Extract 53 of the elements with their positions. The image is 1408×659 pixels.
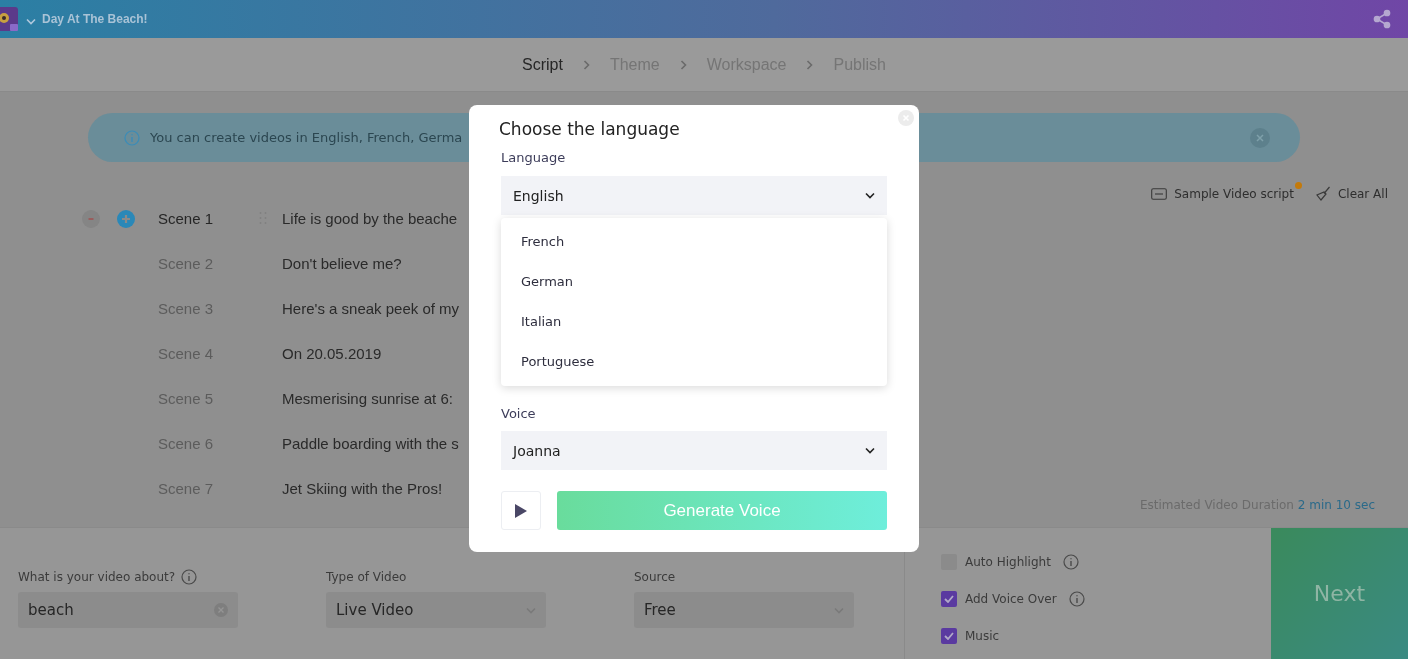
- chevron-right-icon: [679, 59, 687, 70]
- topic-field[interactable]: beach: [18, 592, 238, 628]
- checkbox[interactable]: [941, 591, 957, 607]
- checkbox[interactable]: [941, 628, 957, 644]
- check-icon: [944, 595, 954, 603]
- scene-text[interactable]: Jet Skiing with the Pros!: [282, 480, 443, 497]
- info-icon: [124, 129, 140, 146]
- dropdown-option[interactable]: Italian: [501, 301, 562, 341]
- logo-icon[interactable]: [0, 4, 20, 34]
- check-icon: [944, 632, 954, 640]
- info-icon[interactable]: [181, 569, 198, 585]
- dropdown-option[interactable]: French: [501, 221, 565, 261]
- scene-text[interactable]: Mesmerising sunrise at 6:: [282, 390, 453, 407]
- field-label: What is your video about?: [18, 570, 176, 584]
- script-icon: [1151, 187, 1168, 200]
- voice-select[interactable]: Joanna: [501, 431, 887, 470]
- scene-label[interactable]: Scene 1: [158, 210, 259, 227]
- field-label: Source: [634, 570, 676, 584]
- caret-icon: [26, 17, 36, 25]
- remove-icon[interactable]: [82, 210, 100, 228]
- toolbar-button[interactable]: Clear All: [1315, 182, 1396, 202]
- dialog-title: Choose the language: [499, 118, 681, 141]
- chevron-icon: [865, 447, 875, 454]
- play-button[interactable]: [501, 491, 541, 530]
- chevron-right-icon: [806, 59, 814, 70]
- close-icon[interactable]: [1250, 127, 1270, 148]
- option-label: Add Voice Over: [965, 592, 1057, 606]
- field-label: Language: [501, 149, 567, 167]
- field-label: Type of Video: [326, 570, 407, 584]
- option-label: Auto Highlight: [965, 555, 1051, 569]
- chevron-icon: [865, 192, 875, 199]
- chevron-right-icon: [582, 59, 590, 70]
- banner-text: You can create videos in English, French, Germa: [150, 130, 463, 145]
- option-label: Music: [965, 629, 1000, 643]
- scene-text[interactable]: Life is good by the beache: [282, 210, 458, 227]
- info-icon[interactable]: [1062, 554, 1079, 570]
- select-field[interactable]: Live Video: [326, 592, 546, 628]
- scene-text[interactable]: Paddle boarding with the s: [282, 435, 459, 452]
- broom-icon: [1315, 186, 1331, 201]
- project-title[interactable]: Day At The Beach!: [42, 12, 148, 26]
- play-icon: [514, 502, 528, 519]
- select-field[interactable]: Free: [634, 592, 854, 628]
- dropdown-option[interactable]: Portuguese: [501, 341, 595, 381]
- scene-text[interactable]: Here's a sneak peek of my: [282, 300, 460, 317]
- scene-text[interactable]: Don't believe me?: [282, 255, 402, 272]
- step-tab[interactable]: Script: [518, 55, 567, 74]
- toolbar-button[interactable]: Sample Video script: [1151, 182, 1302, 202]
- language-select[interactable]: English: [501, 176, 887, 215]
- dropdown-option[interactable]: German: [501, 261, 574, 301]
- scene-text[interactable]: On 20.05.2019: [282, 345, 382, 362]
- info-icon[interactable]: [1068, 591, 1085, 607]
- field-label: Voice: [501, 405, 537, 423]
- share-icon[interactable]: [1372, 9, 1392, 29]
